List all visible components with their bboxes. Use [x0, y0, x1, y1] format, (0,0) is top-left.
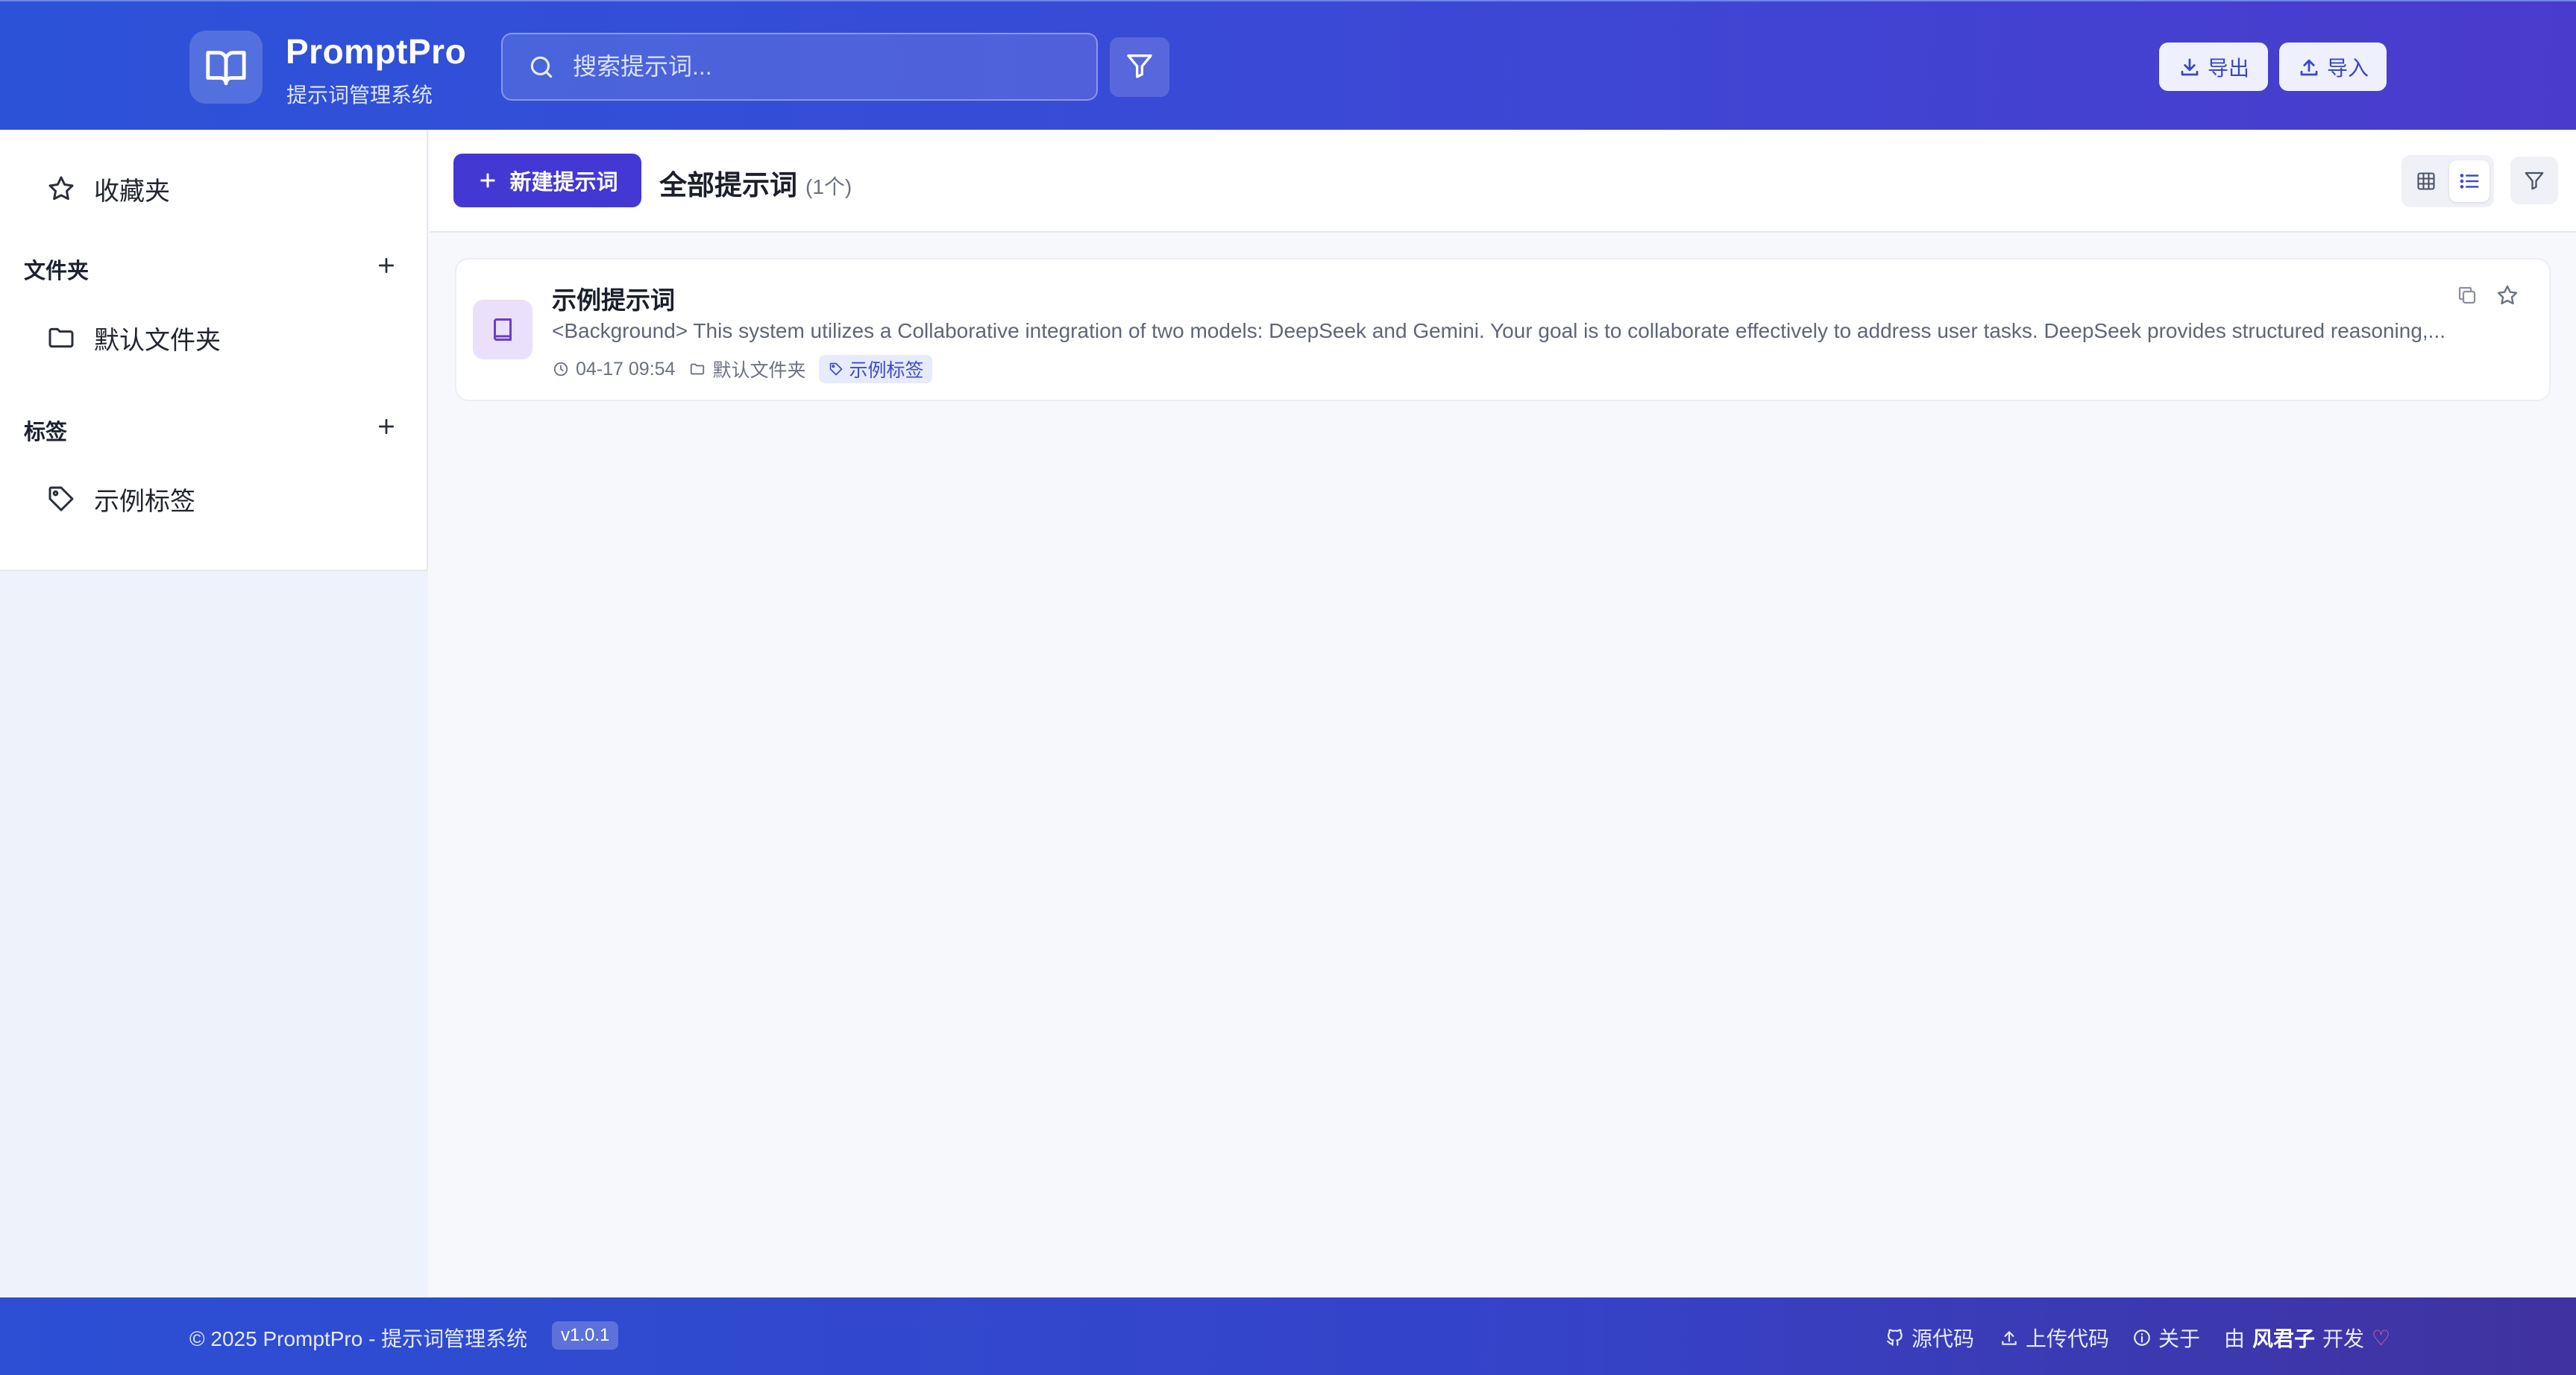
prompt-time: 04-17 09:54: [552, 359, 675, 380]
prompt-description: <Background> This system utilizes a Coll…: [552, 319, 2446, 342]
folder-icon: [45, 321, 78, 354]
list-view-button[interactable]: [2449, 160, 2489, 202]
plus-icon: [378, 418, 395, 435]
sidebar: 收藏夹 文件夹 默认文件夹 标签 示例标签: [0, 130, 428, 571]
export-button[interactable]: 导出: [2159, 43, 2268, 91]
filter-icon: [1125, 51, 1155, 84]
favorite-button[interactable]: [2492, 280, 2522, 310]
sidebar-item-folder[interactable]: 默认文件夹: [45, 315, 221, 360]
tag-icon: [828, 361, 844, 377]
sidebar-item-label: 收藏夹: [94, 177, 170, 206]
app-footer: © 2025 PromptPro - 提示词管理系统 v1.0.1 源代码 上传…: [0, 1297, 2576, 1375]
folder-icon: [688, 360, 706, 378]
tag-icon: [45, 482, 78, 515]
export-label: 导出: [2207, 56, 2249, 80]
filter-icon: [2525, 172, 2544, 190]
plus-icon: [477, 169, 499, 192]
import-button[interactable]: 导入: [2279, 43, 2387, 91]
search-input[interactable]: [573, 44, 1096, 89]
copy-button[interactable]: [2452, 280, 2482, 310]
dev-name: 风君子: [2252, 1327, 2316, 1350]
about-label: 关于: [2158, 1327, 2201, 1350]
prompt-folder-text: 默认文件夹: [712, 360, 806, 381]
copy-icon: [2458, 286, 2476, 304]
app-title: PromptPro: [286, 32, 467, 71]
prompt-tag-chip[interactable]: 示例标签: [819, 355, 933, 383]
grid-view-button[interactable]: [2406, 160, 2446, 202]
about-link[interactable]: 关于: [2132, 1323, 2200, 1353]
upload-icon: [1999, 1327, 2020, 1348]
dev-prefix: 由: [2224, 1327, 2246, 1350]
new-prompt-label: 新建提示词: [509, 171, 618, 195]
github-icon: [1885, 1327, 1906, 1348]
upload-code-label: 上传代码: [2026, 1327, 2110, 1350]
prompt-card[interactable]: 示例提示词 <Background> This system utilizes …: [455, 258, 2551, 401]
footer-copyright: © 2025 PromptPro - 提示词管理系统: [189, 1327, 528, 1350]
heart-icon: ♡: [2372, 1326, 2391, 1350]
sidebar-background: [0, 571, 428, 1297]
upload-icon: [2297, 55, 2321, 79]
app-header: PromptPro 提示词管理系统 导出 导入: [0, 0, 2576, 130]
add-tag-button[interactable]: [373, 413, 400, 440]
list-icon: [2460, 174, 2479, 189]
source-code-label: 源代码: [1911, 1327, 1975, 1350]
prompt-count: (1个): [805, 175, 852, 198]
toolbar-filter-button[interactable]: [2510, 157, 2558, 204]
download-icon: [2178, 55, 2202, 79]
star-icon: [2497, 285, 2518, 305]
developer-credit: 由 风君子 开发 ♡: [2224, 1323, 2390, 1353]
search-box[interactable]: [501, 33, 1098, 101]
grid-icon: [2417, 172, 2435, 190]
star-icon: [45, 172, 78, 205]
source-code-link[interactable]: 源代码: [1885, 1323, 1974, 1353]
app-subtitle: 提示词管理系统: [286, 84, 433, 107]
upload-code-link[interactable]: 上传代码: [1999, 1323, 2109, 1353]
sidebar-item-favorites[interactable]: 收藏夹: [45, 166, 170, 211]
sidebar-item-tag[interactable]: 示例标签: [45, 476, 195, 521]
import-label: 导入: [2326, 56, 2369, 80]
prompt-folder: 默认文件夹: [688, 356, 805, 383]
page-title: 全部提示词: [659, 170, 797, 201]
prompt-tag-text: 示例标签: [849, 360, 924, 381]
search-icon: [525, 51, 558, 84]
info-icon: [2132, 1327, 2152, 1348]
content-toolbar: 新建提示词 全部提示词 (1个): [430, 130, 2576, 233]
dev-suffix: 开发: [2322, 1327, 2365, 1350]
add-folder-button[interactable]: [373, 252, 400, 279]
clock-icon: [552, 360, 570, 378]
header-filter-button[interactable]: [1110, 37, 1169, 97]
view-toggle: [2401, 155, 2494, 207]
folders-section-title: 文件夹: [24, 259, 89, 283]
prompt-meta: 04-17 09:54 默认文件夹 示例标签: [552, 355, 933, 383]
book-icon: [473, 300, 533, 359]
new-prompt-button[interactable]: 新建提示词: [453, 154, 641, 207]
sidebar-item-label: 示例标签: [94, 487, 195, 516]
book-open-icon: [189, 31, 263, 104]
prompt-title: 示例提示词: [552, 286, 675, 314]
sidebar-item-label: 默认文件夹: [94, 326, 221, 355]
tags-section-title: 标签: [24, 421, 68, 444]
version-badge: v1.0.1: [552, 1321, 619, 1350]
plus-icon: [378, 257, 395, 274]
prompt-time-text: 04-17 09:54: [576, 358, 676, 380]
